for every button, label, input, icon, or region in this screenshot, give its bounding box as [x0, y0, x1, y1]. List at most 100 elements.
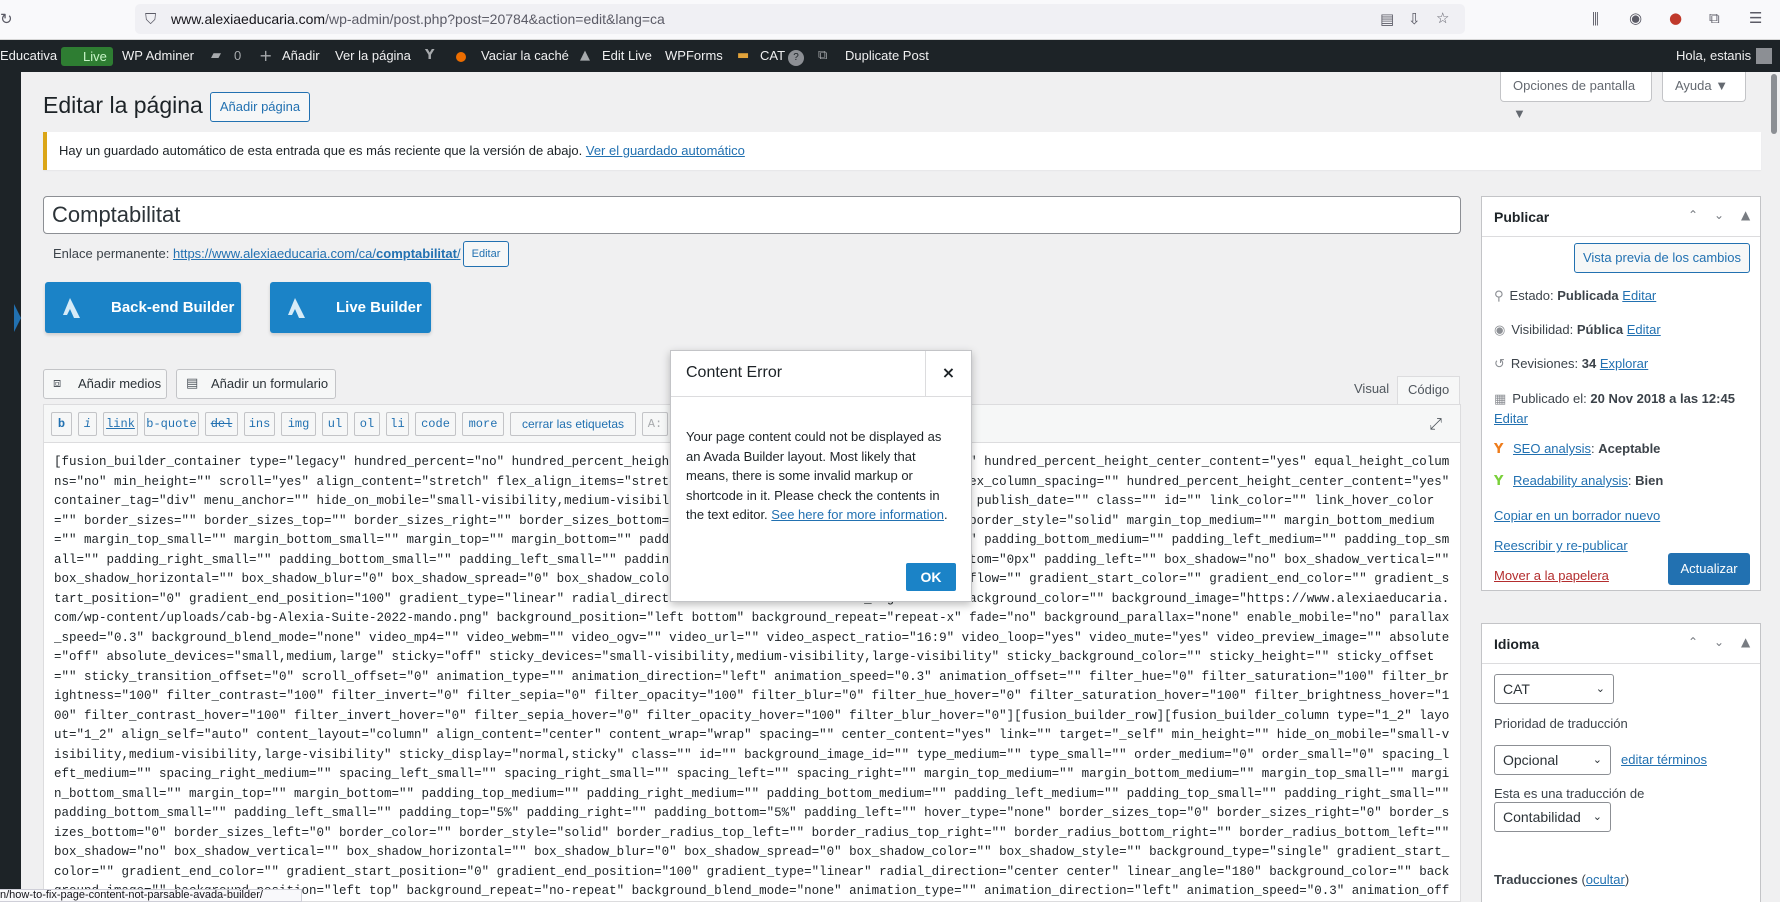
edit-slug-button[interactable]: Editar [463, 241, 509, 267]
tab-visual[interactable]: Visual [1344, 376, 1399, 404]
comments-icon[interactable]: ▰ [211, 40, 221, 72]
priority-label: Prioridad de traducción [1494, 716, 1628, 731]
add-form-button[interactable]: ▤ Añadir un formulario [176, 369, 336, 399]
hide-translations-link[interactable]: ocultar [1586, 872, 1625, 887]
qt-ins-button[interactable]: ins [244, 412, 275, 436]
priority-select[interactable]: Opcional ⌄ [1494, 745, 1611, 775]
language-switcher[interactable]: CAT? [760, 40, 805, 72]
live-builder-label: Live Builder [336, 299, 422, 316]
language-box-title: Idioma [1494, 636, 1540, 652]
clear-cache-link[interactable]: Vaciar la caché [481, 40, 569, 72]
add-new-link[interactable]: Añadir [282, 40, 320, 72]
qt-blockquote-button[interactable]: b-quote [144, 412, 199, 436]
seo-analysis-link[interactable]: SEO analysis [1513, 441, 1591, 456]
qt-ol-button[interactable]: ol [354, 412, 380, 436]
permalink-link[interactable]: https://www.alexiaeducaria.com/ca/compta… [173, 246, 461, 261]
collapse-icon[interactable]: ▲ [1741, 208, 1750, 222]
download-page-icon[interactable]: ⇩ [1408, 10, 1421, 28]
qt-del-button[interactable]: del [205, 412, 238, 436]
view-page-link[interactable]: Ver la página [335, 40, 411, 72]
add-media-label: Añadir medios [78, 376, 162, 391]
post-title-input[interactable]: Comptabilitat [43, 196, 1461, 234]
wp-adminer-link[interactable]: WP Adminer [122, 40, 194, 72]
seo-row: Y SEO analysis: Aceptable [1494, 441, 1661, 457]
user-greeting[interactable]: Hola, estanis [1676, 40, 1751, 72]
add-media-button[interactable]: ⧈ Añadir medios [43, 369, 167, 399]
edit-status-link[interactable]: Editar [1622, 288, 1656, 303]
media-icon: ⧈ [53, 376, 62, 391]
rewrite-republish-link[interactable]: Reescribir y re-publicar [1494, 538, 1628, 553]
revisions-value: 34 [1581, 356, 1597, 371]
help-button[interactable]: Ayuda ▼ [1662, 72, 1746, 102]
qt-ul-button[interactable]: ul [322, 412, 348, 436]
reload-icon[interactable]: ↻ [0, 10, 13, 28]
account-icon[interactable]: ◉ [1629, 9, 1642, 27]
qt-code-button[interactable]: code [415, 412, 456, 436]
duplicate-post-link[interactable]: Duplicate Post [845, 40, 929, 72]
edit-visibility-link[interactable]: Editar [1627, 322, 1661, 337]
close-icon[interactable]: × [925, 351, 971, 397]
site-name[interactable]: Educativa [0, 40, 57, 72]
extension-icon[interactable]: ● [1669, 9, 1682, 27]
readability-value: Bien [1635, 473, 1664, 488]
qt-italic-button[interactable]: i [78, 412, 97, 436]
live-label: Live [83, 49, 107, 64]
link-status-url: n/how-to-fix-page-content-not-parsable-a… [0, 889, 302, 902]
wpforms-link[interactable]: WPForms [665, 40, 723, 72]
fullscreen-icon[interactable]: ⤢ [1429, 414, 1442, 434]
edit-date-link[interactable]: Editar [1494, 411, 1528, 426]
move-down-icon[interactable]: ⌄ [1714, 208, 1724, 222]
comments-count[interactable]: 0 [234, 40, 241, 72]
move-up-icon[interactable]: ⌃ [1688, 208, 1698, 222]
language-box-header: Idioma ⌃ ⌄ ▲ [1482, 624, 1760, 664]
priority-select-value: Opcional [1503, 752, 1559, 768]
tab-code[interactable]: Código [1397, 376, 1461, 404]
move-down-icon[interactable]: ⌄ [1714, 635, 1724, 649]
language-select[interactable]: CAT ⌄ [1494, 674, 1614, 704]
edit-terms-link[interactable]: editar términos [1621, 752, 1707, 767]
more-info-link[interactable]: See here for more information [771, 507, 944, 522]
screen-options-button[interactable]: Opciones de pantalla ▼ [1500, 72, 1652, 121]
calendar-icon: ▦ [1494, 392, 1507, 407]
browse-revisions-link[interactable]: Explorar [1600, 356, 1648, 371]
extensions-puzzle-icon[interactable]: ⧉ [1709, 9, 1720, 27]
chevron-down-icon: ⌄ [1592, 753, 1602, 766]
backend-builder-button[interactable]: Back-end Builder [45, 282, 241, 333]
qt-bold-button[interactable]: b [51, 412, 72, 436]
preview-changes-button[interactable]: Vista previa de los cambios [1574, 243, 1750, 273]
collapse-icon[interactable]: ▲ [1741, 635, 1750, 649]
qt-proofread-button[interactable]: A: [642, 412, 668, 436]
menu-icon[interactable]: ☰ [1749, 9, 1762, 27]
ok-button[interactable]: OK [906, 563, 956, 591]
library-icon[interactable]: ⫼ [1592, 10, 1599, 28]
scrollbar-thumb[interactable] [1771, 74, 1777, 134]
view-autosave-link[interactable]: Ver el guardado automático [586, 143, 745, 158]
revisions-row: ↺ Revisiones: 34 Explorar [1494, 356, 1648, 372]
add-page-button[interactable]: Añadir página [210, 92, 310, 122]
yoast-icon[interactable]: Y [425, 40, 434, 72]
live-builder-button[interactable]: Live Builder [270, 282, 431, 333]
publish-box-title: Publicar [1494, 209, 1550, 225]
qt-link-button[interactable]: link [103, 412, 138, 436]
move-to-trash-link[interactable]: Mover a la papelera [1494, 568, 1609, 583]
reader-view-icon[interactable]: ▤ [1380, 10, 1394, 28]
update-button[interactable]: Actualizar [1668, 553, 1750, 585]
move-up-icon[interactable]: ⌃ [1688, 635, 1698, 649]
qt-img-button[interactable]: img [281, 412, 316, 436]
readability-analysis-link[interactable]: Readability analysis [1513, 473, 1628, 488]
live-badge[interactable]: Live [61, 47, 113, 66]
flag-icon: ▬ [737, 48, 750, 63]
qt-more-button[interactable]: more [462, 412, 504, 436]
qt-li-button[interactable]: li [386, 412, 409, 436]
bookmark-star-icon[interactable]: ☆ [1436, 9, 1449, 27]
shield-icon[interactable]: ⛉ [145, 10, 156, 28]
url-bar[interactable]: ⛉ www.alexiaeducaria.com/wp-admin/post.p… [135, 4, 1465, 34]
page-scrollbar[interactable] [1768, 72, 1780, 902]
copy-draft-link[interactable]: Copiar en un borrador nuevo [1494, 508, 1660, 523]
avada-logo-icon [63, 298, 80, 318]
edit-live-link[interactable]: Edit Live [602, 40, 652, 72]
translation-of-select[interactable]: Contabilidad ⌄ [1494, 802, 1611, 832]
avatar[interactable] [1756, 48, 1772, 64]
qt-close-tags-button[interactable]: cerrar las etiquetas [510, 412, 636, 436]
translations-row: Traducciones (ocultar) [1494, 872, 1630, 887]
